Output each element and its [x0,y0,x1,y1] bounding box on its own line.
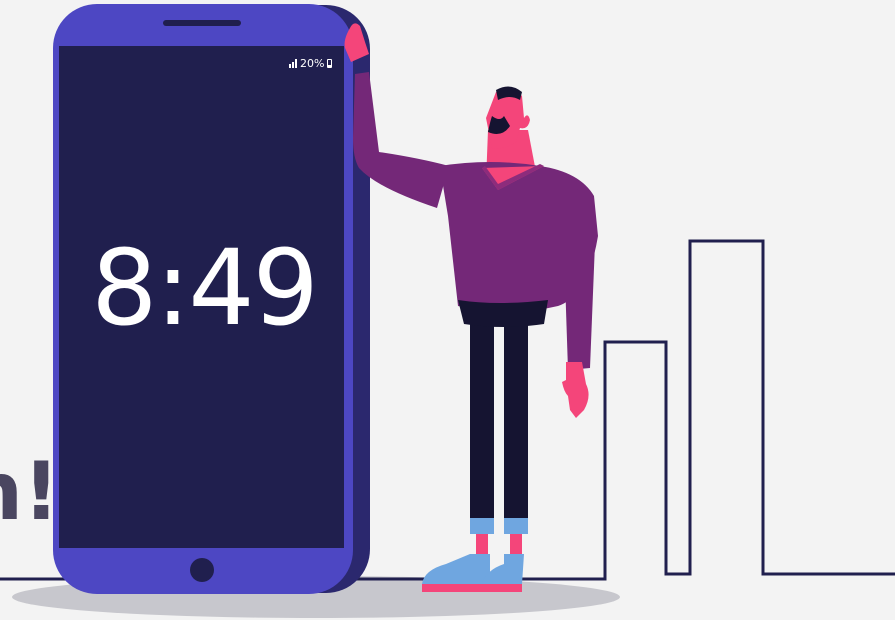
phone-status-bar: 20% [289,57,333,70]
signal-icon [289,59,297,68]
battery-icon [327,59,333,68]
home-button [190,558,214,582]
phone-clock: 8:49 [91,227,319,349]
battery-percent: 20% [300,57,325,70]
partial-heading-text: n! [0,445,60,538]
phone-speaker [163,20,241,26]
person-illustration [344,23,598,592]
